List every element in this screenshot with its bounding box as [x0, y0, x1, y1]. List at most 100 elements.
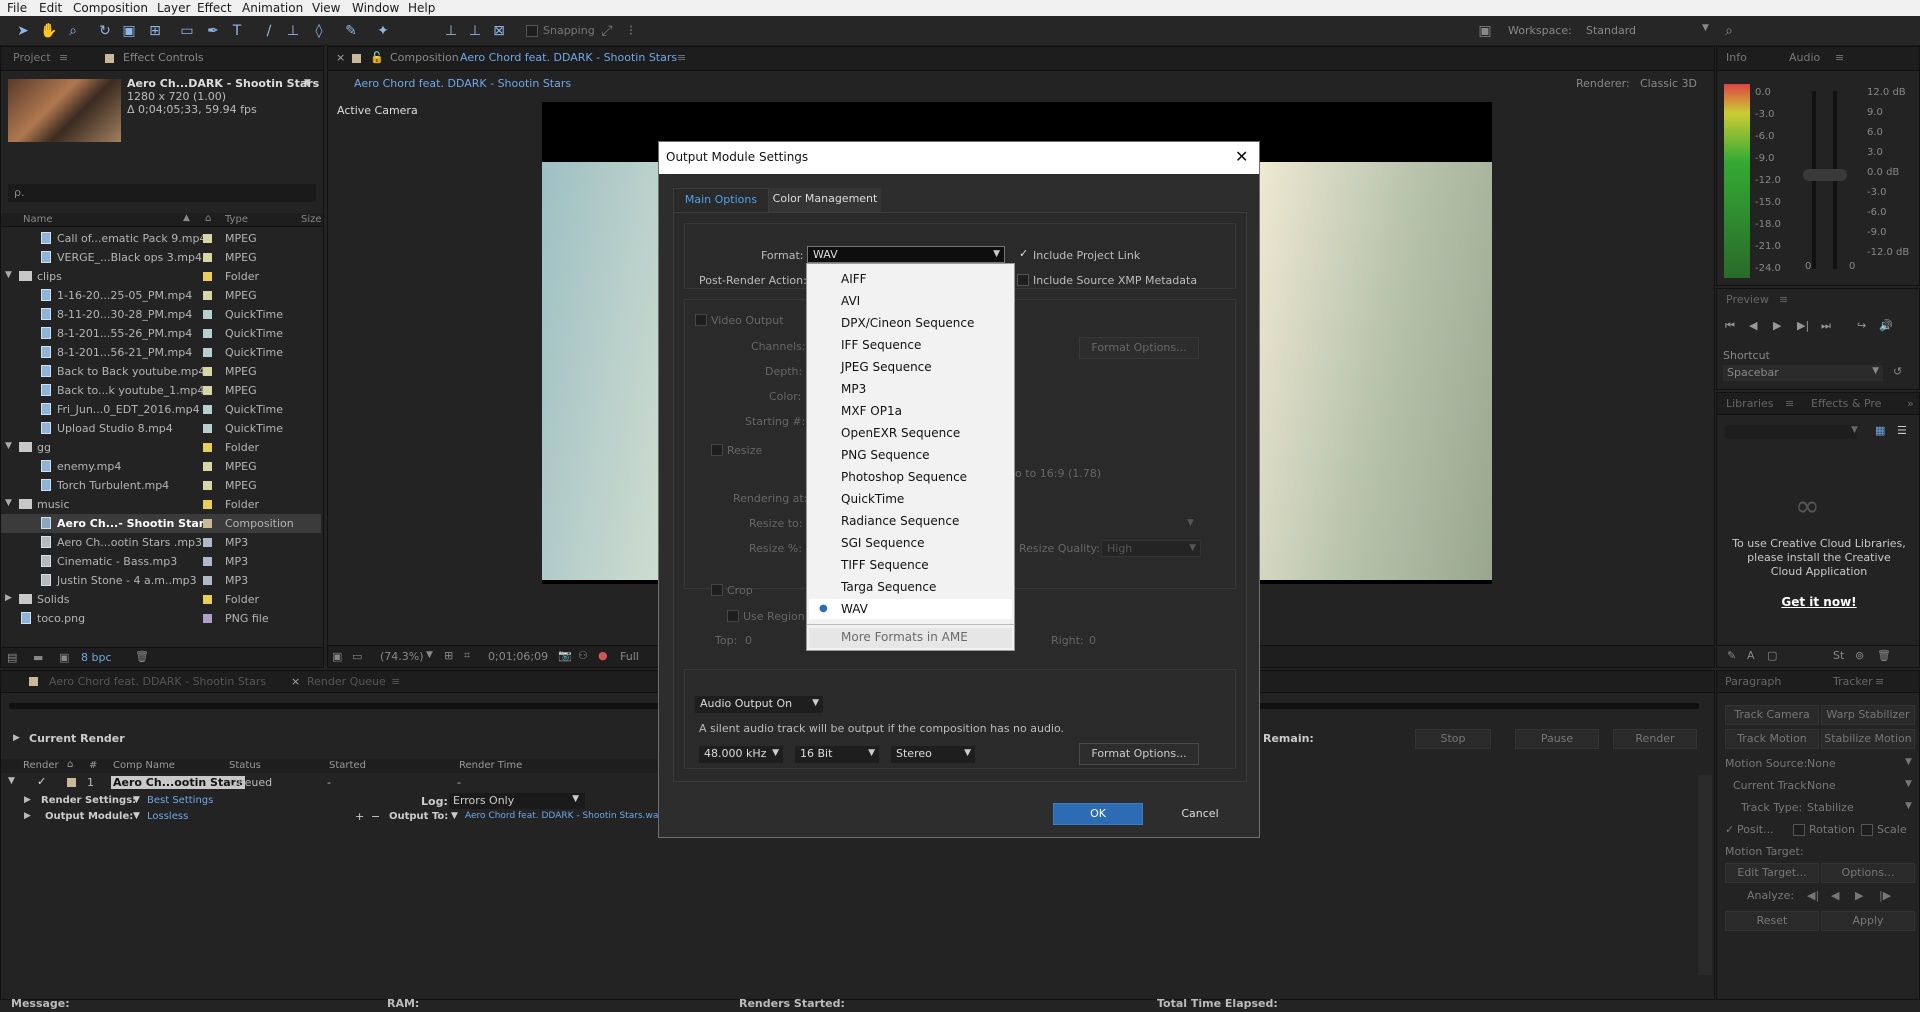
- project-item[interactable]: Torch Turbulent.mp4 MPEG: [1, 476, 321, 495]
- format-option[interactable]: QuickTime: [841, 490, 904, 508]
- tab-effects-presets[interactable]: Effects & Pre: [1811, 397, 1881, 410]
- type-tool-icon[interactable]: T: [228, 22, 246, 40]
- log-dropdown[interactable]: Errors Only ▼: [449, 793, 585, 809]
- zoom-tool-icon[interactable]: ⌕: [64, 22, 82, 40]
- label-color-swatch[interactable]: [203, 538, 212, 547]
- tab-project[interactable]: Project: [13, 51, 51, 64]
- project-item[interactable]: ▶ Solids Folder: [1, 590, 321, 609]
- library-dropdown-icon[interactable]: ▼: [1851, 425, 1858, 435]
- tab-tracker[interactable]: Tracker: [1833, 675, 1873, 688]
- render-settings-value[interactable]: Best Settings: [147, 795, 213, 806]
- label-color-swatch[interactable]: [203, 500, 212, 509]
- label-color-swatch[interactable]: [203, 405, 212, 414]
- loop-icon[interactable]: ↪: [1857, 319, 1866, 332]
- label-color-swatch[interactable]: [203, 348, 212, 357]
- column-type[interactable]: Type: [225, 214, 248, 225]
- output-to-value[interactable]: Aero Chord feat. DDARK - Shootin Stars.w…: [465, 811, 664, 821]
- mute-audio-icon[interactable]: 🔊: [1879, 319, 1893, 332]
- collapse-folder-icon[interactable]: ▼: [5, 441, 12, 451]
- stabilize-motion-button[interactable]: Stabilize Motion: [1821, 729, 1915, 749]
- panel-menu-icon[interactable]: ≡: [59, 51, 68, 64]
- monitor-icon[interactable]: ▭: [352, 650, 362, 663]
- format-option[interactable]: AVI: [841, 292, 860, 310]
- local-axis-icon[interactable]: ⊥: [442, 22, 460, 40]
- comp-panel-menu-icon[interactable]: ≡: [677, 51, 686, 64]
- label-color-swatch[interactable]: [203, 234, 212, 243]
- snap-edges-icon[interactable]: ⤢: [598, 22, 616, 40]
- eraser-tool-icon[interactable]: ◊: [310, 22, 328, 40]
- format-option[interactable]: AIFF: [841, 270, 867, 288]
- tab-paragraph[interactable]: Paragraph: [1725, 675, 1781, 688]
- options-button[interactable]: Options...: [1821, 863, 1915, 883]
- new-folder-icon[interactable]: ▬: [33, 651, 43, 664]
- close-render-queue-icon[interactable]: ×: [291, 675, 300, 688]
- audio-format-options-button[interactable]: Format Options...: [1079, 743, 1199, 765]
- last-frame-icon[interactable]: ⏭: [1821, 319, 1831, 333]
- workspace-dropdown-icon[interactable]: ▼: [1702, 23, 1709, 33]
- rotation-checkbox[interactable]: [1793, 824, 1805, 836]
- menu-window[interactable]: Window: [352, 0, 399, 16]
- list-view-icon[interactable]: ☰: [1897, 424, 1907, 437]
- pause-button[interactable]: Pause: [1515, 729, 1599, 749]
- view-axis-icon[interactable]: ⊠: [490, 22, 508, 40]
- apply-button[interactable]: Apply: [1821, 911, 1915, 931]
- format-option[interactable]: Photoshop Sequence: [841, 468, 967, 486]
- shortcut-dropdown[interactable]: Spacebar ▼: [1723, 365, 1883, 381]
- label-color-swatch[interactable]: [203, 386, 212, 395]
- label-color-swatch[interactable]: [203, 614, 212, 623]
- render-settings-toggle-icon[interactable]: ▶: [24, 795, 31, 805]
- format-option[interactable]: SGI Sequence: [841, 534, 924, 552]
- menu-layer[interactable]: Layer: [157, 0, 190, 16]
- project-item[interactable]: Justin Stone - 4 a.m..mp3 MP3: [1, 571, 321, 590]
- tab-libraries[interactable]: Libraries: [1726, 397, 1774, 410]
- menu-help[interactable]: Help: [408, 0, 435, 16]
- resolution-value[interactable]: Full: [620, 650, 639, 663]
- show-snapshot-icon[interactable]: ⚇: [578, 649, 588, 662]
- track-camera-button[interactable]: Track Camera: [1725, 705, 1819, 725]
- current-time-display[interactable]: 0;01;06;09: [488, 650, 548, 663]
- selection-tool-icon[interactable]: ➤: [14, 22, 32, 40]
- column-name[interactable]: Name: [23, 214, 53, 225]
- motion-source-value[interactable]: None: [1807, 757, 1836, 770]
- column-size[interactable]: Size: [301, 214, 322, 225]
- bit-depth-dropdown[interactable]: 16 Bit ▼: [795, 746, 879, 763]
- trash-icon[interactable]: 🗑: [135, 650, 149, 663]
- expand-panels-icon[interactable]: »: [1907, 397, 1914, 410]
- world-axis-icon[interactable]: ⊥: [466, 22, 484, 40]
- analyze-back-icon[interactable]: ◀: [1831, 889, 1839, 902]
- project-item[interactable]: Cinematic - Bass.mp3 MP3: [1, 552, 321, 571]
- delete-icon[interactable]: 🗑: [1877, 649, 1891, 662]
- reset-button[interactable]: Reset: [1725, 911, 1819, 931]
- current-render-toggle-icon[interactable]: ▶: [13, 733, 20, 743]
- snapping-checkbox[interactable]: [526, 25, 538, 37]
- project-item[interactable]: Call of...ematic Pack 9.mp4 MPEG: [1, 229, 321, 248]
- pan-behind-tool-icon[interactable]: ⊞: [146, 22, 164, 40]
- video-output-checkbox[interactable]: [695, 314, 707, 326]
- remove-output-module-icon[interactable]: −: [371, 810, 380, 823]
- output-to-dropdown-icon[interactable]: ▼: [451, 811, 458, 821]
- preview-menu-icon[interactable]: ≡: [1779, 293, 1788, 306]
- tab-main-options[interactable]: Main Options: [673, 188, 769, 212]
- render-queue-item[interactable]: ▼ ✓ 1 Aero Ch...ootin Stars Queued - -: [1, 775, 661, 791]
- analyze-back-step-icon[interactable]: ◀|: [1807, 889, 1819, 902]
- format-dropdown[interactable]: WAV ▼: [807, 246, 1005, 263]
- format-option[interactable]: OpenEXR Sequence: [841, 424, 960, 442]
- project-item[interactable]: Back to Back youtube.mp4 MPEG: [1, 362, 321, 381]
- analyze-forward-step-icon[interactable]: |▶: [1879, 889, 1891, 902]
- tab-composition-name[interactable]: Aero Chord feat. DDARK - Shootin Stars: [460, 51, 677, 64]
- project-item[interactable]: toco.png PNG file: [1, 609, 321, 628]
- channel-icon[interactable]: ●: [598, 649, 608, 662]
- crop-checkbox[interactable]: [711, 584, 723, 596]
- expand-item-icon[interactable]: ▼: [8, 776, 15, 786]
- project-item[interactable]: ▼ gg Folder: [1, 438, 321, 457]
- menu-file[interactable]: File: [7, 0, 27, 16]
- project-item[interactable]: Back to...k youtube_1.mp4 MPEG: [1, 381, 321, 400]
- current-track-value[interactable]: None: [1807, 779, 1836, 792]
- motion-source-dropdown-icon[interactable]: ▼: [1905, 757, 1912, 767]
- label-color-swatch[interactable]: [203, 481, 212, 490]
- include-xmp-checkbox[interactable]: [1017, 274, 1029, 286]
- interpret-footage-icon[interactable]: ▤: [7, 651, 17, 664]
- new-composition-icon[interactable]: ▣: [59, 651, 69, 664]
- play-icon[interactable]: ▶: [1773, 319, 1781, 332]
- format-option[interactable]: WAV: [841, 600, 868, 618]
